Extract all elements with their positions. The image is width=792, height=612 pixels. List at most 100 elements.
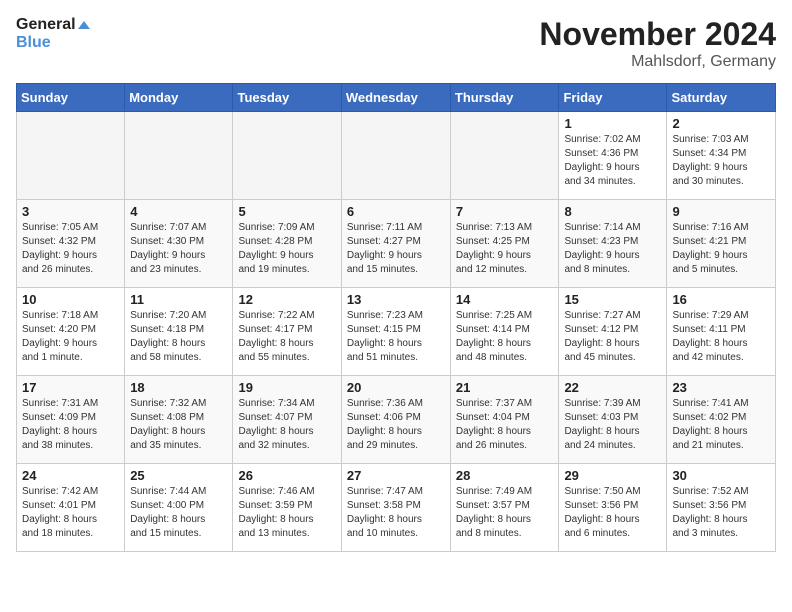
day-number: 8 [564, 204, 661, 219]
calendar-header-row: SundayMondayTuesdayWednesdayThursdayFrid… [17, 84, 776, 112]
calendar-cell: 13 Sunrise: 7:23 AM Sunset: 4:15 PM Dayli… [341, 288, 450, 376]
day-number: 23 [672, 380, 770, 395]
calendar-cell [125, 112, 233, 200]
day-info: Sunrise: 7:23 AM Sunset: 4:15 PM Dayligh… [347, 309, 445, 365]
day-number: 29 [564, 468, 661, 483]
calendar-cell: 15 Sunrise: 7:27 AM Sunset: 4:12 PM Dayli… [559, 288, 667, 376]
day-number: 2 [672, 116, 770, 131]
title-block: November 2024 Mahlsdorf, Germany [539, 16, 776, 71]
day-info: Sunrise: 7:11 AM Sunset: 4:27 PM Dayligh… [347, 221, 445, 277]
calendar-cell: 28Sunrise: 7:49 AM Sunset: 3:57 PM Dayli… [450, 464, 559, 552]
calendar-day-header: Sunday [17, 84, 125, 112]
day-info: Sunrise: 7:27 AM Sunset: 4:12 PM Dayligh… [564, 309, 661, 365]
day-info: Sunrise: 7:25 AM Sunset: 4:14 PM Dayligh… [456, 309, 554, 365]
calendar-week-row: 17 Sunrise: 7:31 AM Sunset: 4:09 PM Dayli… [17, 376, 776, 464]
calendar-table: SundayMondayTuesdayWednesdayThursdayFrid… [16, 83, 776, 552]
calendar-cell [450, 112, 559, 200]
day-info: Sunrise: 7:31 AM Sunset: 4:09 PM Dayligh… [22, 397, 119, 453]
day-number: 9 [672, 204, 770, 219]
day-info: Sunrise: 7:36 AM Sunset: 4:06 PM Dayligh… [347, 397, 445, 453]
day-info: Sunrise: 7:37 AM Sunset: 4:04 PM Dayligh… [456, 397, 554, 453]
calendar-cell: 11Sunrise: 7:20 AM Sunset: 4:18 PM Dayli… [125, 288, 233, 376]
calendar-week-row: 24 Sunrise: 7:42 AM Sunset: 4:01 PM Dayli… [17, 464, 776, 552]
day-number: 16 [672, 292, 770, 307]
day-number: 20 [347, 380, 445, 395]
day-info: Sunrise: 7:16 AM Sunset: 4:21 PM Dayligh… [672, 221, 770, 277]
logo: General Blue [16, 16, 90, 51]
calendar-cell [233, 112, 341, 200]
calendar-week-row: 10 Sunrise: 7:18 AM Sunset: 4:20 PM Dayli… [17, 288, 776, 376]
calendar-cell: 9 Sunrise: 7:16 AM Sunset: 4:21 PM Daylig… [667, 200, 776, 288]
day-number: 25 [130, 468, 227, 483]
day-number: 1 [564, 116, 661, 131]
day-number: 22 [564, 380, 661, 395]
day-number: 24 [22, 468, 119, 483]
day-info: Sunrise: 7:09 AM Sunset: 4:28 PM Dayligh… [238, 221, 335, 277]
calendar-cell: 23 Sunrise: 7:41 AM Sunset: 4:02 PM Dayli… [667, 376, 776, 464]
calendar-cell: 25Sunrise: 7:44 AM Sunset: 4:00 PM Dayli… [125, 464, 233, 552]
day-info: Sunrise: 7:46 AM Sunset: 3:59 PM Dayligh… [238, 485, 335, 541]
day-number: 17 [22, 380, 119, 395]
calendar-cell: 30 Sunrise: 7:52 AM Sunset: 3:56 PM Dayli… [667, 464, 776, 552]
calendar-cell: 18 Sunrise: 7:32 AM Sunset: 4:08 PM Dayli… [125, 376, 233, 464]
page-header: General Blue November 2024 Mahlsdorf, Ge… [16, 16, 776, 71]
day-number: 27 [347, 468, 445, 483]
calendar-cell: 19 Sunrise: 7:34 AM Sunset: 4:07 PM Dayli… [233, 376, 341, 464]
calendar-cell: 4Sunrise: 7:07 AM Sunset: 4:30 PM Daylig… [125, 200, 233, 288]
day-info: Sunrise: 7:47 AM Sunset: 3:58 PM Dayligh… [347, 485, 445, 541]
calendar-cell: 21 Sunrise: 7:37 AM Sunset: 4:04 PM Dayli… [450, 376, 559, 464]
calendar-day-header: Wednesday [341, 84, 450, 112]
day-number: 15 [564, 292, 661, 307]
day-number: 18 [130, 380, 227, 395]
day-info: Sunrise: 7:05 AM Sunset: 4:32 PM Dayligh… [22, 221, 119, 277]
day-number: 7 [456, 204, 554, 219]
day-info: Sunrise: 7:42 AM Sunset: 4:01 PM Dayligh… [22, 485, 119, 541]
calendar-body: 1 Sunrise: 7:02 AM Sunset: 4:36 PM Daylig… [17, 112, 776, 552]
day-info: Sunrise: 7:32 AM Sunset: 4:08 PM Dayligh… [130, 397, 227, 453]
calendar-cell: 20 Sunrise: 7:36 AM Sunset: 4:06 PM Dayli… [341, 376, 450, 464]
day-info: Sunrise: 7:39 AM Sunset: 4:03 PM Dayligh… [564, 397, 661, 453]
calendar-day-header: Friday [559, 84, 667, 112]
day-number: 6 [347, 204, 445, 219]
day-info: Sunrise: 7:29 AM Sunset: 4:11 PM Dayligh… [672, 309, 770, 365]
day-number: 13 [347, 292, 445, 307]
day-info: Sunrise: 7:18 AM Sunset: 4:20 PM Dayligh… [22, 309, 119, 365]
calendar-day-header: Tuesday [233, 84, 341, 112]
day-info: Sunrise: 7:34 AM Sunset: 4:07 PM Dayligh… [238, 397, 335, 453]
day-number: 4 [130, 204, 227, 219]
calendar-week-row: 3 Sunrise: 7:05 AM Sunset: 4:32 PM Daylig… [17, 200, 776, 288]
day-number: 21 [456, 380, 554, 395]
calendar-cell: 17 Sunrise: 7:31 AM Sunset: 4:09 PM Dayli… [17, 376, 125, 464]
calendar-cell: 6 Sunrise: 7:11 AM Sunset: 4:27 PM Daylig… [341, 200, 450, 288]
day-info: Sunrise: 7:41 AM Sunset: 4:02 PM Dayligh… [672, 397, 770, 453]
calendar-cell: 10 Sunrise: 7:18 AM Sunset: 4:20 PM Dayli… [17, 288, 125, 376]
calendar-cell: 1 Sunrise: 7:02 AM Sunset: 4:36 PM Daylig… [559, 112, 667, 200]
calendar-cell: 22 Sunrise: 7:39 AM Sunset: 4:03 PM Dayli… [559, 376, 667, 464]
calendar-cell: 8 Sunrise: 7:14 AM Sunset: 4:23 PM Daylig… [559, 200, 667, 288]
day-number: 30 [672, 468, 770, 483]
day-info: Sunrise: 7:49 AM Sunset: 3:57 PM Dayligh… [456, 485, 554, 541]
location: Mahlsdorf, Germany [539, 53, 776, 71]
day-number: 5 [238, 204, 335, 219]
day-number: 3 [22, 204, 119, 219]
calendar-cell: 2Sunrise: 7:03 AM Sunset: 4:34 PM Daylig… [667, 112, 776, 200]
calendar-day-header: Saturday [667, 84, 776, 112]
calendar-cell: 29 Sunrise: 7:50 AM Sunset: 3:56 PM Dayli… [559, 464, 667, 552]
calendar-cell: 27 Sunrise: 7:47 AM Sunset: 3:58 PM Dayli… [341, 464, 450, 552]
calendar-cell [341, 112, 450, 200]
calendar-cell: 26Sunrise: 7:46 AM Sunset: 3:59 PM Dayli… [233, 464, 341, 552]
day-info: Sunrise: 7:02 AM Sunset: 4:36 PM Dayligh… [564, 133, 661, 189]
day-info: Sunrise: 7:50 AM Sunset: 3:56 PM Dayligh… [564, 485, 661, 541]
calendar-cell: 7 Sunrise: 7:13 AM Sunset: 4:25 PM Daylig… [450, 200, 559, 288]
calendar-cell: 16 Sunrise: 7:29 AM Sunset: 4:11 PM Dayli… [667, 288, 776, 376]
day-info: Sunrise: 7:52 AM Sunset: 3:56 PM Dayligh… [672, 485, 770, 541]
day-info: Sunrise: 7:13 AM Sunset: 4:25 PM Dayligh… [456, 221, 554, 277]
day-info: Sunrise: 7:14 AM Sunset: 4:23 PM Dayligh… [564, 221, 661, 277]
calendar-cell: 24 Sunrise: 7:42 AM Sunset: 4:01 PM Dayli… [17, 464, 125, 552]
day-number: 19 [238, 380, 335, 395]
calendar-cell: 14 Sunrise: 7:25 AM Sunset: 4:14 PM Dayli… [450, 288, 559, 376]
calendar-cell: 5 Sunrise: 7:09 AM Sunset: 4:28 PM Daylig… [233, 200, 341, 288]
calendar-day-header: Thursday [450, 84, 559, 112]
day-number: 10 [22, 292, 119, 307]
day-number: 14 [456, 292, 554, 307]
